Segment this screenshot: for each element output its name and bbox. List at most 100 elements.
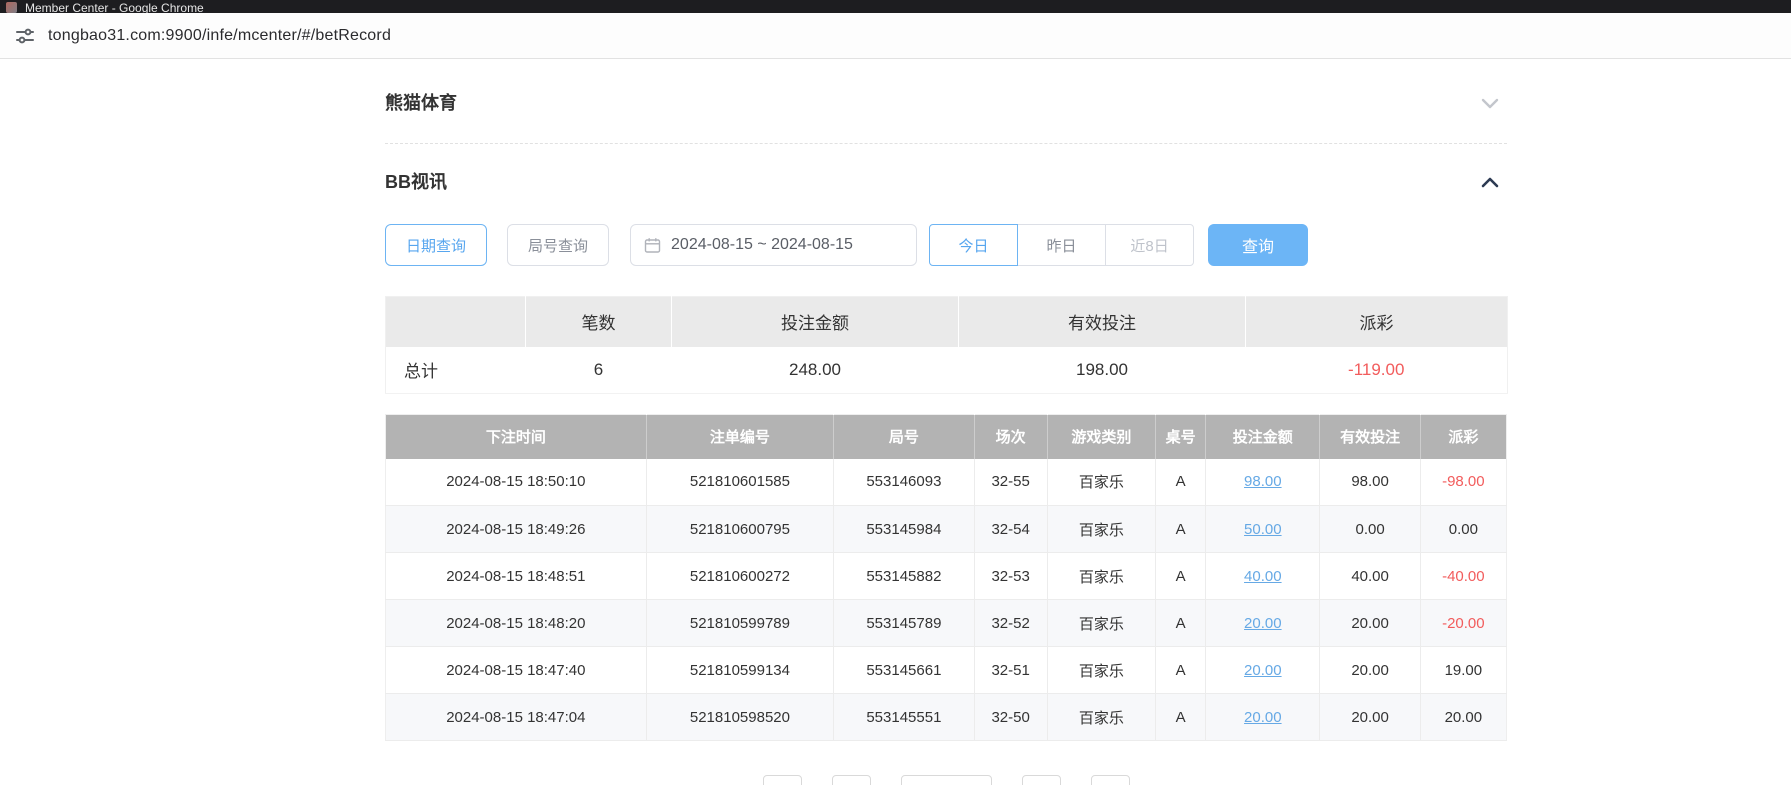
header-valid-bet: 有效投注 <box>1320 415 1420 459</box>
cell-bet[interactable]: 98.00 <box>1206 459 1320 506</box>
table-row: 2024-08-15 18:48:51521810600272553145882… <box>386 553 1507 600</box>
pagination-jump-input[interactable] <box>1022 775 1061 785</box>
cell-game: 百家乐 <box>1047 600 1155 647</box>
cell-bet[interactable]: 20.00 <box>1206 647 1320 694</box>
section-title-bb: BB视讯 <box>385 170 447 194</box>
cell-valid: 0.00 <box>1320 506 1420 553</box>
summary-header-payout: 派彩 <box>1246 297 1508 347</box>
cell-bet[interactable]: 40.00 <box>1206 553 1320 600</box>
cell-payout: 20.00 <box>1420 694 1506 741</box>
cell-game: 百家乐 <box>1047 553 1155 600</box>
table-row: 2024-08-15 18:47:40521810599134553145661… <box>386 647 1507 694</box>
cell-order: 521810598520 <box>646 694 834 741</box>
site-settings-icon[interactable] <box>14 25 36 47</box>
cell-game: 百家乐 <box>1047 506 1155 553</box>
cell-time: 2024-08-15 18:50:10 <box>386 459 647 506</box>
cell-order: 521810600795 <box>646 506 834 553</box>
cell-round: 553145661 <box>834 647 974 694</box>
filter-bar: 日期查询 局号查询 2024-08-15 ~ 2024-08-15 今日 昨日 … <box>385 224 1507 266</box>
summary-header-count: 笔数 <box>526 297 672 347</box>
date-range-input[interactable]: 2024-08-15 ~ 2024-08-15 <box>630 224 917 266</box>
cell-round: 553145984 <box>834 506 974 553</box>
pagination-prev-button[interactable] <box>763 775 802 785</box>
cell-round: 553145551 <box>834 694 974 741</box>
section-panda-sports[interactable]: 熊猫体育 <box>385 59 1507 144</box>
chevron-up-icon[interactable] <box>1479 171 1501 193</box>
browser-urlbar[interactable]: tongbao31.com:9900/infe/mcenter/#/betRec… <box>0 13 1791 59</box>
summary-total-label: 总计 <box>386 347 526 394</box>
bet-table-body: 2024-08-15 18:50:10521810601585553146093… <box>386 459 1507 741</box>
summary-count-value: 6 <box>526 347 672 394</box>
cell-order: 521810599789 <box>646 600 834 647</box>
pagination-page-button[interactable] <box>832 775 871 785</box>
summary-payout-value: -119.00 <box>1246 347 1508 394</box>
cell-payout: -40.00 <box>1420 553 1506 600</box>
cell-session: 32-55 <box>974 459 1047 506</box>
section-bb-video[interactable]: BB视讯 <box>385 144 1507 194</box>
table-row: 2024-08-15 18:48:20521810599789553145789… <box>386 600 1507 647</box>
header-table-number: 桌号 <box>1156 415 1206 459</box>
bet-records-table: 下注时间 注单编号 局号 场次 游戏类别 桌号 投注金额 有效投注 派彩 202… <box>385 414 1507 741</box>
chevron-down-icon[interactable] <box>1479 92 1501 114</box>
summary-header-blank <box>386 297 526 347</box>
cell-order: 521810600272 <box>646 553 834 600</box>
cell-time: 2024-08-15 18:48:20 <box>386 600 647 647</box>
cell-valid: 40.00 <box>1320 553 1420 600</box>
section-title-panda: 熊猫体育 <box>385 91 457 115</box>
cell-game: 百家乐 <box>1047 459 1155 506</box>
cell-session: 32-53 <box>974 553 1047 600</box>
pagination-next-button[interactable] <box>1091 775 1130 785</box>
last-8-days-button[interactable]: 近8日 <box>1105 224 1194 266</box>
cell-session: 32-50 <box>974 694 1047 741</box>
summary-bet-amount-value: 248.00 <box>672 347 959 394</box>
yesterday-button[interactable]: 昨日 <box>1017 224 1106 266</box>
header-session: 场次 <box>974 415 1047 459</box>
cell-bet[interactable]: 20.00 <box>1206 600 1320 647</box>
header-bet-time: 下注时间 <box>386 415 647 459</box>
cell-game: 百家乐 <box>1047 694 1155 741</box>
cell-valid: 20.00 <box>1320 694 1420 741</box>
header-game-type: 游戏类别 <box>1047 415 1155 459</box>
cell-time: 2024-08-15 18:47:04 <box>386 694 647 741</box>
address-bar-url[interactable]: tongbao31.com:9900/infe/mcenter/#/betRec… <box>48 27 391 45</box>
pagination <box>385 775 1507 785</box>
cell-table: A <box>1156 600 1206 647</box>
header-order-number: 注单编号 <box>646 415 834 459</box>
summary-header-valid-bet: 有效投注 <box>959 297 1246 347</box>
cell-table: A <box>1156 553 1206 600</box>
cell-round: 553145882 <box>834 553 974 600</box>
window-title: Member Center - Google Chrome <box>25 1 204 13</box>
cell-round: 553146093 <box>834 459 974 506</box>
header-bet-amount: 投注金额 <box>1206 415 1320 459</box>
calendar-icon <box>644 237 661 254</box>
cell-valid: 98.00 <box>1320 459 1420 506</box>
date-query-tab[interactable]: 日期查询 <box>385 224 487 266</box>
cell-bet[interactable]: 50.00 <box>1206 506 1320 553</box>
search-button[interactable]: 查询 <box>1208 224 1308 266</box>
today-button[interactable]: 今日 <box>929 224 1018 266</box>
table-row: 2024-08-15 18:50:10521810601585553146093… <box>386 459 1507 506</box>
table-row: 2024-08-15 18:47:04521810598520553145551… <box>386 694 1507 741</box>
bet-table-header-row: 下注时间 注单编号 局号 场次 游戏类别 桌号 投注金额 有效投注 派彩 <box>386 415 1507 459</box>
cell-valid: 20.00 <box>1320 600 1420 647</box>
cell-order: 521810599134 <box>646 647 834 694</box>
cell-session: 32-54 <box>974 506 1047 553</box>
date-range-value: 2024-08-15 ~ 2024-08-15 <box>671 236 853 254</box>
cell-valid: 20.00 <box>1320 647 1420 694</box>
cell-session: 32-52 <box>974 600 1047 647</box>
browser-titlebar: Member Center - Google Chrome <box>0 0 1791 13</box>
round-query-tab[interactable]: 局号查询 <box>507 224 609 266</box>
cell-time: 2024-08-15 18:48:51 <box>386 553 647 600</box>
cell-bet[interactable]: 20.00 <box>1206 694 1320 741</box>
cell-game: 百家乐 <box>1047 647 1155 694</box>
cell-table: A <box>1156 506 1206 553</box>
cell-time: 2024-08-15 18:49:26 <box>386 506 647 553</box>
summary-header-bet-amount: 投注金额 <box>672 297 959 347</box>
cell-payout: 19.00 <box>1420 647 1506 694</box>
cell-round: 553145789 <box>834 600 974 647</box>
cell-payout: -98.00 <box>1420 459 1506 506</box>
cell-table: A <box>1156 694 1206 741</box>
summary-valid-bet-value: 198.00 <box>959 347 1246 394</box>
pagination-size-select[interactable] <box>901 775 992 785</box>
cell-payout: -20.00 <box>1420 600 1506 647</box>
